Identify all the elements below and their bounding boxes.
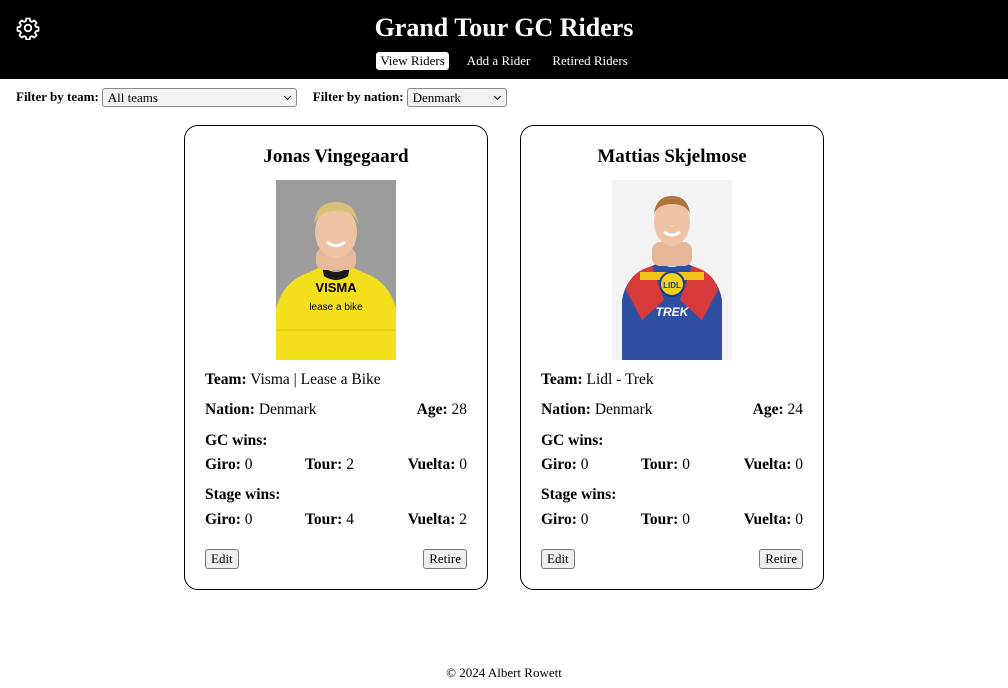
gc-tour: Tour: 2	[305, 456, 354, 473]
rider-card: Jonas Vingegaard VISMA lease a bike Team…	[184, 125, 488, 590]
nation-value: Denmark	[258, 401, 317, 418]
age-value: 28	[451, 401, 468, 418]
gc-tour: Tour: 0	[641, 456, 690, 473]
stage-vuelta: Vuelta: 0	[743, 511, 803, 528]
team-filter-select[interactable]: All teams	[101, 87, 297, 107]
nav-add-rider[interactable]: Add a Rider	[463, 52, 535, 70]
age-info: Age: 28	[417, 401, 467, 419]
filter-bar: Filter by team: All teams Filter by nati…	[16, 87, 507, 107]
team-label: Team:	[205, 371, 247, 388]
chevron-down-icon	[493, 92, 501, 100]
app-header: Grand Tour GC Riders View Riders Add a Ri…	[0, 0, 1008, 79]
jersey-sponsor: LIDL	[663, 281, 681, 290]
nav-retired-riders[interactable]: Retired Riders	[548, 52, 631, 70]
stage-tour: Tour: 4	[305, 511, 354, 528]
rider-card: Mattias Skjelmose LIDL TREK Team: Lidl -…	[520, 125, 824, 590]
team-info: Team: Lidl - Trek	[541, 371, 803, 389]
chevron-down-icon	[283, 92, 291, 100]
nation-filter-value: Denmark	[412, 89, 461, 105]
age-value: 24	[787, 401, 804, 418]
stage-wins-heading: Stage wins:	[541, 486, 617, 503]
jersey-sponsor: VISMA	[315, 280, 357, 295]
age-label: Age:	[416, 401, 448, 418]
nation-filter-label: Filter by nation:	[312, 89, 404, 104]
stage-wins-heading: Stage wins:	[205, 486, 281, 503]
team-info: Team: Visma | Lease a Bike	[205, 371, 467, 389]
nation-filter-select[interactable]: Denmark	[406, 87, 507, 107]
nation-label: Nation:	[541, 401, 591, 418]
gc-wins-heading: GC wins:	[205, 432, 268, 449]
main-nav: View Riders Add a Rider Retired Riders	[0, 52, 1008, 70]
nation-label: Nation:	[205, 401, 255, 418]
stage-giro: Giro: 0	[541, 511, 589, 528]
gc-vuelta: Vuelta: 0	[407, 456, 467, 473]
rider-photo: LIDL TREK	[612, 180, 732, 360]
app-title: Grand Tour GC Riders	[374, 13, 634, 42]
nation-info: Nation: Denmark Age: 28	[205, 401, 467, 419]
retire-button[interactable]: Retire	[423, 549, 467, 569]
rider-photo: VISMA lease a bike	[276, 180, 396, 360]
gc-giro: Giro: 0	[205, 456, 253, 473]
stage-tour: Tour: 0	[641, 511, 690, 528]
nav-view-riders[interactable]: View Riders	[376, 52, 449, 70]
stage-giro: Giro: 0	[205, 511, 253, 528]
nation-info: Nation: Denmark Age: 24	[541, 401, 803, 419]
rider-name: Mattias Skjelmose	[597, 146, 747, 167]
rider-name: Jonas Vingegaard	[263, 146, 409, 167]
team-label: Team:	[541, 371, 583, 388]
team-value: Visma | Lease a Bike	[250, 371, 381, 388]
gc-giro: Giro: 0	[541, 456, 589, 473]
age-info: Age: 24	[753, 401, 803, 419]
retire-button[interactable]: Retire	[759, 549, 803, 569]
gc-wins-heading: GC wins:	[541, 432, 604, 449]
stage-vuelta: Vuelta: 2	[407, 511, 467, 528]
jersey-sponsor-2: lease a bike	[309, 302, 363, 313]
edit-button[interactable]: Edit	[205, 549, 239, 569]
age-label: Age:	[752, 401, 784, 418]
jersey-sponsor-2: TREK	[656, 305, 690, 319]
team-filter-label: Filter by team:	[16, 89, 99, 104]
edit-button[interactable]: Edit	[541, 549, 575, 569]
gc-vuelta: Vuelta: 0	[743, 456, 803, 473]
team-value: Lidl - Trek	[586, 371, 654, 388]
footer-copyright: © 2024 Albert Rowett	[446, 665, 562, 680]
nation-value: Denmark	[594, 401, 653, 418]
team-filter-value: All teams	[107, 89, 158, 105]
